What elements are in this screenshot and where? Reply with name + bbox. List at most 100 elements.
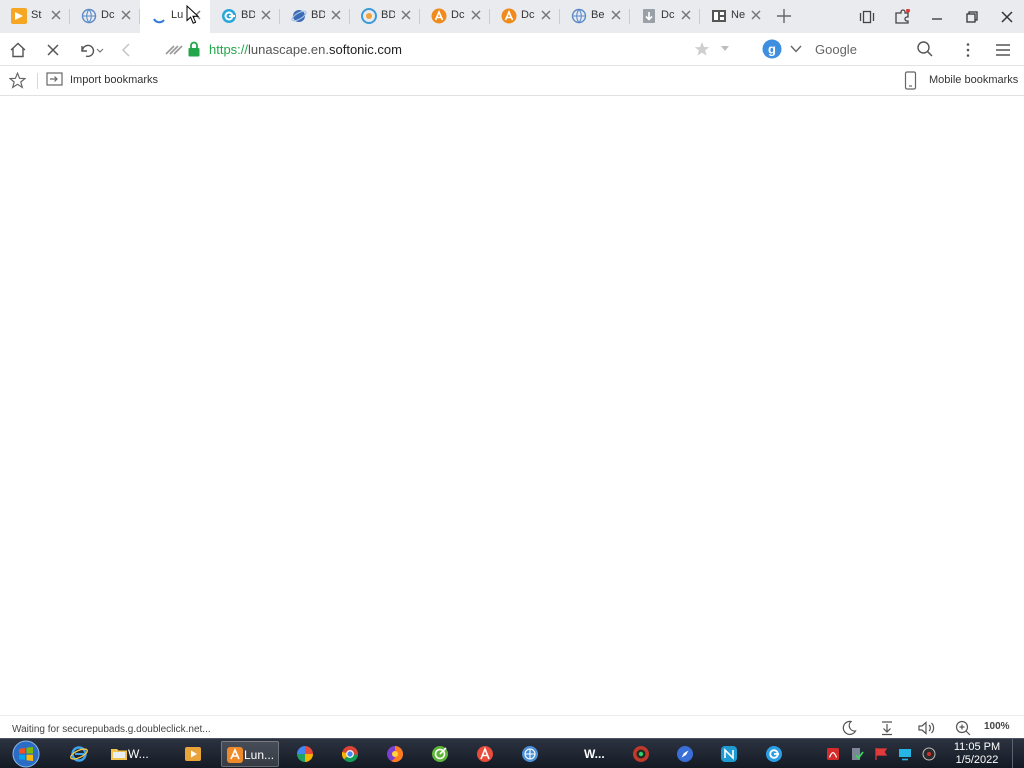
address-toolbar: https://lunascape.en.softonic.com g Goog…	[0, 33, 1024, 66]
more-vertical-icon[interactable]	[959, 41, 977, 59]
close-icon[interactable]	[50, 9, 62, 21]
tab[interactable]: Dc	[630, 0, 700, 33]
close-icon[interactable]	[610, 9, 622, 21]
star-icon[interactable]	[694, 41, 710, 57]
taskbar-media[interactable]	[178, 741, 208, 767]
globe-orbit-icon	[291, 10, 307, 22]
svg-text:g: g	[768, 42, 776, 57]
close-icon[interactable]	[750, 9, 762, 21]
close-icon[interactable]	[120, 9, 132, 21]
pinwheel-icon[interactable]	[296, 745, 314, 763]
internet-explorer-icon	[70, 746, 88, 762]
night-mode-icon[interactable]	[841, 720, 857, 736]
windows-start-icon[interactable]	[8, 740, 44, 768]
chevron-down-icon[interactable]	[790, 44, 802, 54]
flag-tray-icon[interactable]	[874, 747, 888, 761]
taskbar-explorer[interactable]: W...	[106, 741, 164, 767]
tab-title: Lu	[171, 9, 184, 21]
taskbar-lunascape[interactable]: Lun...	[221, 741, 279, 767]
close-icon[interactable]	[330, 9, 342, 21]
url-host: lunascape.en.	[248, 42, 329, 57]
minimize-icon[interactable]	[929, 9, 945, 25]
lock-icon	[188, 41, 200, 57]
close-icon[interactable]	[260, 9, 272, 21]
tab[interactable]: Dc	[490, 0, 560, 33]
tab[interactable]: BD	[350, 0, 420, 33]
tab-title: St	[31, 9, 42, 21]
tab[interactable]: BD	[210, 0, 280, 33]
extension-icon[interactable]	[894, 9, 910, 25]
engine-switch-icon[interactable]	[164, 40, 184, 58]
tab-title: Ne	[731, 9, 745, 21]
download-icon[interactable]	[879, 720, 895, 736]
lunascape-icon	[227, 747, 243, 763]
system-clock[interactable]: 11:05 PM 1/5/2022	[946, 741, 1008, 767]
chrome-like-icon[interactable]	[341, 745, 359, 763]
green-browser-icon[interactable]	[431, 745, 449, 763]
close-window-icon[interactable]	[999, 9, 1015, 25]
red-a-icon[interactable]	[476, 745, 494, 763]
show-desktop-button[interactable]	[1012, 739, 1024, 768]
chevron-down-icon[interactable]	[719, 45, 731, 53]
page-content	[0, 96, 1024, 715]
teal-browser-icon[interactable]	[720, 745, 738, 763]
stop-icon[interactable]	[44, 41, 62, 59]
tab[interactable]: Be	[560, 0, 630, 33]
newspaper-icon	[712, 10, 726, 22]
close-icon[interactable]	[680, 9, 692, 21]
tab[interactable]: BD	[280, 0, 350, 33]
mobile-bookmarks-link[interactable]: Mobile bookmarks	[929, 74, 1018, 86]
firefox-like-icon[interactable]	[386, 745, 404, 763]
blue-compass-icon[interactable]	[676, 745, 694, 763]
search-box[interactable]: g Google	[756, 37, 942, 62]
url-field[interactable]: https://lunascape.en.softonic.com	[158, 37, 744, 62]
tab-strip: St Dc Lu BD BD BD Dc Dc Be Dc Ne	[0, 0, 1024, 33]
close-icon[interactable]	[470, 9, 482, 21]
volume-tray-icon[interactable]	[922, 747, 936, 761]
zoom-in-icon[interactable]	[955, 720, 971, 736]
tab-title: BD	[381, 9, 395, 21]
split-view-icon[interactable]	[859, 9, 875, 25]
tab[interactable]: Ne	[700, 0, 770, 33]
taskbar-ie[interactable]	[64, 741, 94, 767]
close-icon[interactable]	[540, 9, 552, 21]
restore-icon[interactable]	[964, 9, 980, 25]
taskbar-label: Lun...	[244, 748, 275, 762]
star-outline-icon[interactable]	[9, 72, 26, 89]
chevron-down-icon[interactable]	[95, 41, 105, 59]
volume-icon[interactable]	[917, 720, 937, 736]
bookmark-divider	[37, 73, 38, 89]
search-icon[interactable]	[916, 40, 934, 58]
undo-icon[interactable]	[78, 41, 96, 59]
tab[interactable]: St	[0, 0, 70, 33]
network-tray-icon[interactable]	[898, 747, 912, 761]
globe-icon	[81, 8, 97, 24]
bookmarks-bar: Import bookmarks Mobile bookmarks	[0, 66, 1024, 96]
tab-title: Dc	[451, 9, 465, 21]
tab[interactable]: Dc	[70, 0, 140, 33]
new-tab-plus-icon[interactable]	[776, 8, 792, 24]
tab[interactable]: Dc	[420, 0, 490, 33]
download-icon	[643, 9, 655, 23]
search-engine-label[interactable]: Google	[815, 42, 857, 57]
orange-a-icon	[431, 8, 447, 24]
tab-title: BD	[241, 9, 255, 21]
home-icon[interactable]	[9, 41, 27, 59]
back-icon[interactable]	[118, 41, 136, 59]
browser-e-icon	[222, 9, 236, 23]
blue-globe-icon[interactable]	[521, 745, 539, 763]
mobile-icon[interactable]	[904, 71, 917, 90]
url-text[interactable]: https://lunascape.en.softonic.com	[209, 42, 402, 57]
zoom-level[interactable]: 100%	[984, 721, 1010, 732]
pdf-tray-icon[interactable]	[826, 747, 840, 761]
status-bar: Waiting for securepubads.g.doubleclick.n…	[0, 715, 1024, 738]
import-bookmarks-icon[interactable]	[46, 72, 63, 87]
google-engine-icon[interactable]: g	[762, 39, 782, 59]
red-browser-icon[interactable]	[632, 745, 650, 763]
taskbar-window[interactable]: W...	[566, 741, 616, 767]
import-bookmarks-link[interactable]: Import bookmarks	[70, 74, 158, 86]
close-icon[interactable]	[400, 9, 412, 21]
security-check-tray-icon[interactable]	[850, 747, 864, 761]
hamburger-menu-icon[interactable]	[994, 41, 1012, 59]
blue-e-icon[interactable]	[765, 745, 783, 763]
